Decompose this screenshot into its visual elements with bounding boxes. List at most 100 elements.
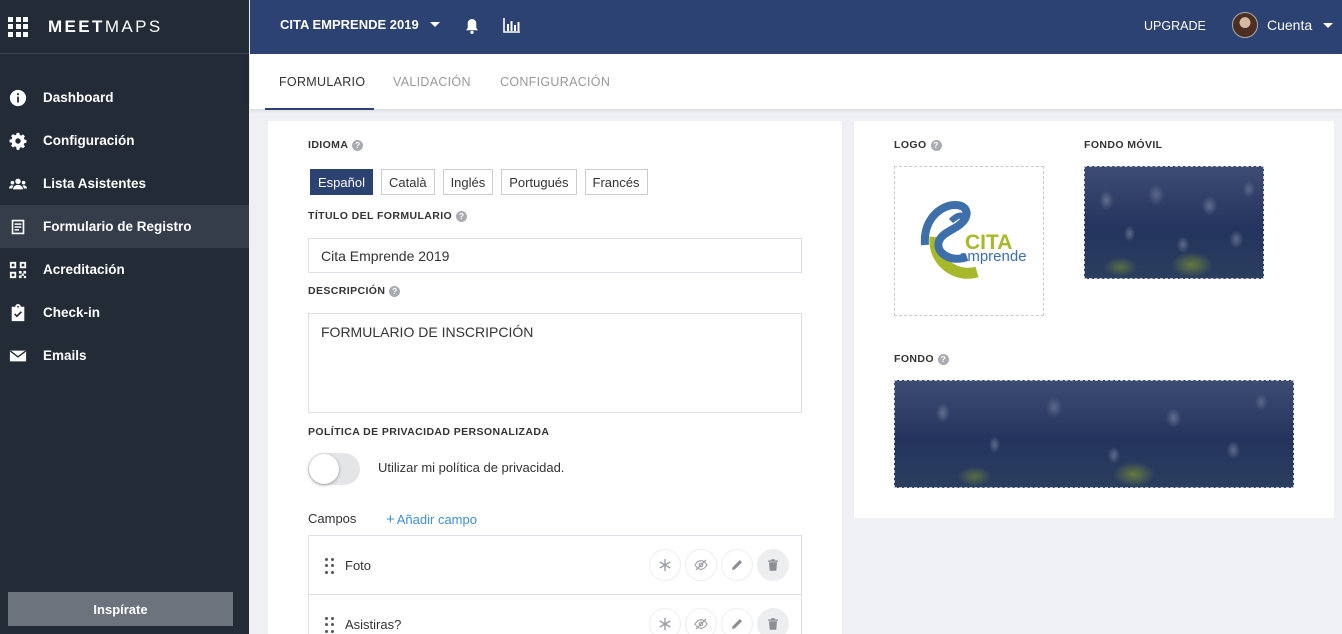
eye-off-icon xyxy=(694,559,708,571)
sidebar-item-label: Configuración xyxy=(43,133,135,148)
required-asterisk-button[interactable] xyxy=(649,549,681,581)
description-textarea[interactable]: FORMULARIO DE INSCRIPCIÓN xyxy=(308,313,802,413)
tabs-bar: FORMULARIO VALIDACIÓN CONFIGURACIÓN xyxy=(250,54,1342,110)
clipboard-check-icon xyxy=(8,303,28,323)
sidebar-item-acreditacion[interactable]: Acreditación xyxy=(0,248,249,291)
privacy-label: POLÍTICA DE PRIVACIDAD PERSONALIZADA xyxy=(308,426,550,438)
form-title-input[interactable]: Cita Emprende 2019 xyxy=(308,238,802,273)
background-upload[interactable] xyxy=(894,380,1294,488)
sidebar-item-label: Check-in xyxy=(43,305,101,320)
asterisk-icon xyxy=(659,559,671,571)
drag-handle-icon[interactable] xyxy=(325,558,335,574)
sidebar-item-label: Dashboard xyxy=(43,90,114,105)
sidebar-item-label: Acreditación xyxy=(43,262,125,277)
field-actions xyxy=(649,549,793,581)
lang-button-en[interactable]: Inglés xyxy=(442,169,494,195)
gear-icon xyxy=(8,131,28,151)
privacy-toggle[interactable] xyxy=(308,453,360,485)
account-label: Cuenta xyxy=(1267,17,1313,33)
edit-button[interactable] xyxy=(721,608,753,634)
lang-button-es[interactable]: Español xyxy=(310,169,373,195)
help-icon[interactable]: ? xyxy=(352,139,364,151)
plus-icon: + xyxy=(386,511,395,528)
apps-grid-icon[interactable] xyxy=(8,16,28,37)
trash-icon xyxy=(768,559,778,571)
event-name: CITA EMPRENDE 2019 xyxy=(280,17,419,32)
svg-text:emprende: emprende xyxy=(959,248,1027,265)
sidebar-item-emails[interactable]: Emails xyxy=(0,334,249,377)
delete-button[interactable] xyxy=(757,549,789,581)
eye-off-icon xyxy=(694,618,708,630)
help-icon[interactable]: ? xyxy=(937,353,949,365)
mobile-background-label: FONDO MÓVIL xyxy=(1084,139,1163,151)
help-icon[interactable]: ? xyxy=(456,210,468,222)
pencil-icon xyxy=(732,619,742,629)
lang-button-pt[interactable]: Portugués xyxy=(501,169,577,195)
sidebar: MEETMAPS Dashboard Configuración Lista A… xyxy=(0,0,249,634)
edit-button[interactable] xyxy=(721,549,753,581)
inspire-button[interactable]: Inspírate xyxy=(8,592,233,626)
drag-handle-icon[interactable] xyxy=(325,617,335,633)
help-icon[interactable]: ? xyxy=(930,139,942,151)
users-icon xyxy=(8,174,28,194)
logo-upload[interactable]: CITA emprende xyxy=(894,166,1044,316)
sidebar-nav: Dashboard Configuración Lista Asistentes… xyxy=(0,76,249,377)
description-label: DESCRIPCIÓN? xyxy=(308,285,401,297)
sidebar-item-label: Formulario de Registro xyxy=(43,219,192,234)
delete-button[interactable] xyxy=(757,608,789,634)
account-menu[interactable]: Cuenta xyxy=(1232,12,1334,38)
envelope-icon xyxy=(8,346,28,366)
field-name: Foto xyxy=(345,557,372,573)
trash-icon xyxy=(768,618,778,630)
sidebar-item-check-in[interactable]: Check-in xyxy=(0,291,249,334)
field-row: Asistiras? xyxy=(309,595,801,634)
event-selector[interactable]: CITA EMPRENDE 2019 xyxy=(280,17,440,32)
sidebar-item-configuracion[interactable]: Configuración xyxy=(0,119,249,162)
background-label: FONDO? xyxy=(894,353,949,365)
visibility-button[interactable] xyxy=(685,608,717,634)
media-card: LOGO? FONDO MÓVIL CITA emprende FONDO? xyxy=(854,121,1334,518)
asterisk-icon xyxy=(659,618,671,630)
field-row: Foto xyxy=(309,536,801,595)
visibility-button[interactable] xyxy=(685,549,717,581)
sidebar-item-label: Lista Asistentes xyxy=(43,176,147,191)
sidebar-item-label: Emails xyxy=(43,348,87,363)
privacy-toggle-label: Utilizar mi política de privacidad. xyxy=(378,460,565,475)
sidebar-item-formulario-registro[interactable]: Formulario de Registro xyxy=(0,205,249,248)
form-title-label: TÍTULO DEL FORMULARIO? xyxy=(308,210,468,222)
top-bar: CITA EMPRENDE 2019 UPGRADE Cuenta xyxy=(250,0,1342,54)
bar-chart-icon[interactable] xyxy=(503,17,521,33)
chevron-down-icon xyxy=(1323,22,1334,28)
form-card: IDIOMA? Español Català Inglés Portugués … xyxy=(268,121,842,634)
language-selector: Español Català Inglés Portugués Francés xyxy=(310,169,656,195)
fields-label: Campos xyxy=(308,511,357,526)
lang-button-fr[interactable]: Francés xyxy=(584,169,648,195)
mobile-background-upload[interactable] xyxy=(1084,166,1264,279)
logo-label: LOGO? xyxy=(894,139,942,151)
bell-icon[interactable] xyxy=(464,17,480,35)
toggle-knob xyxy=(309,454,339,484)
fields-list: Foto Asistiras? xyxy=(308,535,802,634)
add-field-link[interactable]: + Añadir campo xyxy=(386,511,477,528)
sidebar-item-dashboard[interactable]: Dashboard xyxy=(0,76,249,119)
event-logo: CITA emprende xyxy=(920,200,1027,279)
brand-bar: MEETMAPS xyxy=(0,0,249,54)
avatar xyxy=(1232,12,1258,38)
sidebar-item-lista-asistentes[interactable]: Lista Asistentes xyxy=(0,162,249,205)
required-asterisk-button[interactable] xyxy=(649,608,681,634)
info-icon xyxy=(8,88,28,108)
pencil-icon xyxy=(732,560,742,570)
language-label: IDIOMA? xyxy=(308,139,364,151)
active-tab-indicator xyxy=(265,108,374,110)
tab-formulario[interactable]: FORMULARIO xyxy=(279,75,365,89)
chevron-down-icon xyxy=(429,22,440,27)
qr-code-icon xyxy=(8,260,28,280)
upgrade-link[interactable]: UPGRADE xyxy=(1144,19,1206,33)
brand-logo[interactable]: MEETMAPS xyxy=(48,17,163,37)
tab-validacion[interactable]: VALIDACIÓN xyxy=(393,75,471,89)
field-name: Asistiras? xyxy=(345,616,402,632)
field-actions xyxy=(649,608,793,634)
tab-configuracion[interactable]: CONFIGURACIÓN xyxy=(500,75,610,89)
lang-button-ca[interactable]: Català xyxy=(380,169,435,195)
help-icon[interactable]: ? xyxy=(389,285,401,297)
